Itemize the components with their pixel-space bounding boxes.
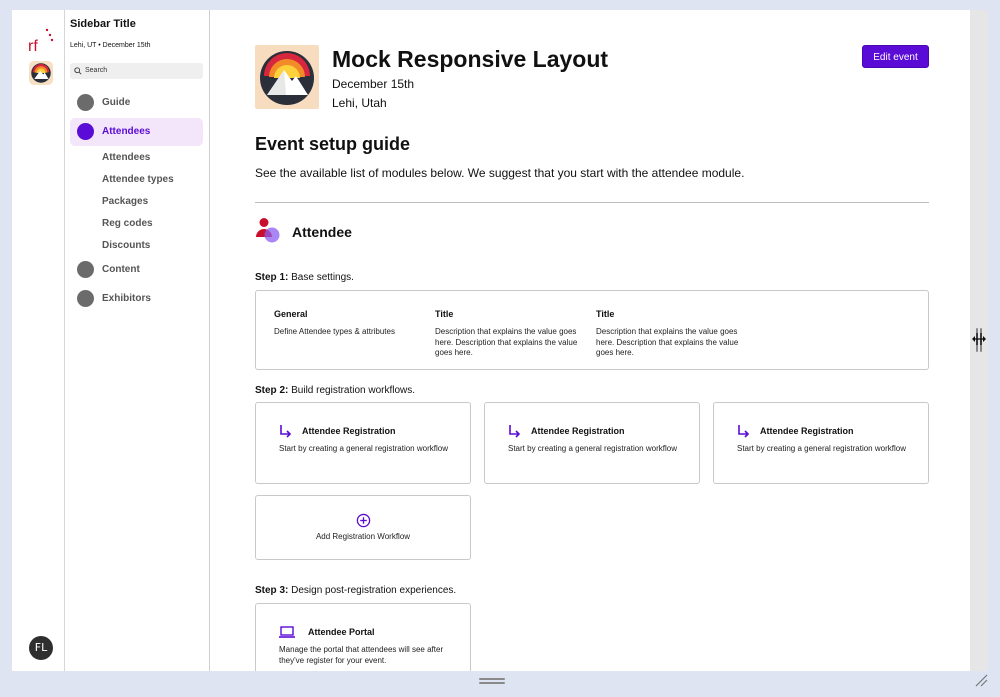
step-3-text: Design post-registration experiences.: [291, 585, 457, 596]
settings-column-description: Description that explains the value goes…: [435, 327, 578, 357]
card-title: Attendee Registration: [760, 426, 854, 436]
exhibitors-icon: [77, 290, 94, 307]
guide-description: See the available list of modules below.…: [255, 166, 745, 180]
add-registration-workflow-button[interactable]: Add Registration Workflow: [255, 495, 471, 560]
search-icon: [74, 67, 82, 75]
sidebar-subitem-reg-codes[interactable]: Reg codes: [102, 218, 153, 229]
settings-column-title[interactable]: General: [274, 309, 308, 319]
registration-workflow-card[interactable]: Attendee Registration Start by creating …: [484, 402, 700, 484]
plus-circle-icon: [356, 513, 371, 528]
step-1-text: Base settings.: [291, 272, 354, 283]
arrow-down-right-icon: [509, 425, 521, 438]
sidebar-subtitle: Lehi, UT • December 15th: [70, 42, 151, 49]
registration-workflow-card[interactable]: Attendee Registration Start by creating …: [255, 402, 471, 484]
step-2-text: Build registration workflows.: [291, 385, 416, 396]
card-description: Manage the portal that attendees will se…: [279, 645, 444, 665]
search-input[interactable]: Search: [70, 63, 203, 79]
sidebar-item-guide[interactable]: Guide: [70, 89, 203, 117]
card-description: Start by creating a general registration…: [508, 444, 677, 453]
resize-cursor-icon: [971, 333, 987, 345]
settings-column-description: Description that explains the value goes…: [596, 327, 739, 357]
attendees-icon: [77, 123, 94, 140]
horizontal-resize-handle[interactable]: [479, 678, 505, 684]
sidebar-subitem-packages[interactable]: Packages: [102, 196, 148, 207]
step-3-label: Step 3: Design post-registration experie…: [255, 585, 456, 596]
edit-event-button[interactable]: Edit event: [862, 45, 929, 68]
card-title: Attendee Registration: [531, 426, 625, 436]
step-1-number: Step 1:: [255, 272, 289, 283]
user-avatar[interactable]: FL: [29, 636, 53, 660]
content-icon: [77, 261, 94, 278]
sidebar-item-label: Exhibitors: [102, 293, 151, 304]
event-location: Lehi, Utah: [332, 96, 387, 110]
icon-rail: rf FL: [12, 10, 65, 671]
handle-line: [479, 678, 505, 680]
sidebar-item-content[interactable]: Content: [70, 256, 203, 284]
sidebar-item-exhibitors[interactable]: Exhibitors: [70, 285, 203, 313]
add-workflow-label: Add Registration Workflow: [315, 532, 411, 541]
sidebar-item-label: Guide: [102, 97, 131, 108]
card-title: Attendee Portal: [308, 627, 375, 637]
registration-workflow-card[interactable]: Attendee Registration Start by creating …: [713, 402, 929, 484]
main-content: Mock Responsive Layout December 15th Leh…: [210, 10, 970, 671]
card-description: Start by creating a general registration…: [737, 444, 906, 453]
laptop-icon: [279, 626, 295, 638]
attendee-portal-card[interactable]: Attendee Portal Manage the portal that a…: [255, 603, 471, 671]
module-title: Attendee: [292, 224, 352, 240]
guide-heading: Event setup guide: [255, 134, 411, 154]
sidebar-item-label: Content: [102, 264, 140, 275]
sidebar-title: Sidebar Title: [70, 18, 136, 30]
event-switcher-icon[interactable]: [29, 61, 53, 85]
sidebar: Sidebar Title Lehi, UT • December 15th S…: [65, 10, 210, 671]
sidebar-subitem-attendee-types[interactable]: Attendee types: [102, 174, 174, 185]
handle-line: [479, 682, 505, 684]
settings-column-title[interactable]: Title: [596, 309, 614, 319]
svg-text:rf: rf: [28, 38, 38, 55]
step-1-label: Step 1: Base settings.: [255, 272, 354, 283]
attendee-icon: [255, 217, 283, 243]
event-logo: [255, 45, 319, 109]
sidebar-item-label: Attendees: [102, 126, 151, 137]
arrow-down-right-icon: [738, 425, 750, 438]
card-description: Start by creating a general registration…: [279, 444, 448, 453]
settings-column-description: Define Attendee types & attributes: [274, 327, 395, 336]
event-date: December 15th: [332, 77, 415, 91]
divider: [255, 202, 929, 203]
arrow-down-right-icon: [280, 425, 292, 438]
sidebar-subitem-attendees[interactable]: Attendees: [102, 152, 150, 163]
step-2-number: Step 2:: [255, 385, 289, 396]
step-2-label: Step 2: Build registration workflows.: [255, 385, 415, 396]
base-settings-panel: General Define Attendee types & attribut…: [255, 290, 929, 370]
app-window: rf FL Sidebar Title Lehi, UT • December …: [12, 10, 970, 671]
sidebar-subitem-discounts[interactable]: Discounts: [102, 240, 150, 251]
page-title: Mock Responsive Layout: [332, 46, 609, 72]
guide-icon: [77, 94, 94, 111]
step-3-number: Step 3:: [255, 585, 289, 596]
sidebar-item-attendees[interactable]: Attendees: [70, 118, 203, 146]
app-logo[interactable]: rf: [26, 26, 56, 56]
bottom-bar: [0, 671, 1000, 697]
search-placeholder: Search: [85, 67, 108, 74]
corner-resize-icon[interactable]: [974, 673, 988, 687]
settings-column-title[interactable]: Title: [435, 309, 453, 319]
card-title: Attendee Registration: [302, 426, 396, 436]
